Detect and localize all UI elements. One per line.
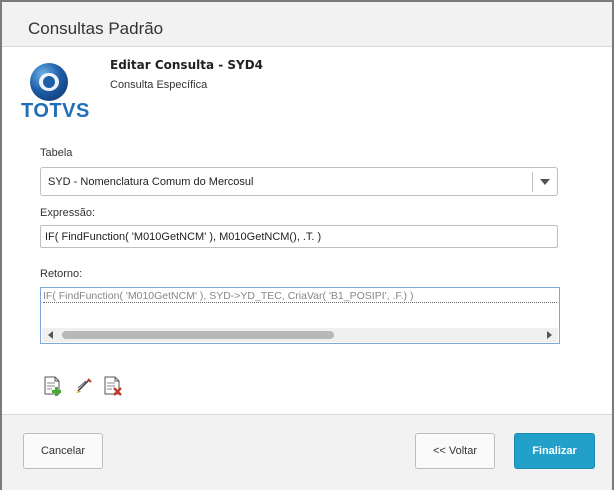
add-document-icon[interactable] — [42, 375, 64, 397]
scroll-left-icon[interactable] — [48, 331, 53, 339]
tabela-select[interactable]: SYD - Nomenclatura Comum do Mercosul — [40, 167, 558, 196]
retorno-label: Retorno: — [40, 268, 83, 280]
horizontal-scrollbar[interactable] — [42, 328, 558, 342]
delete-document-icon[interactable] — [102, 375, 124, 397]
dialog-window: Consultas Padrão TOTVS Editar Consulta -… — [0, 0, 614, 490]
dialog-footer: Cancelar << Voltar Finalizar — [2, 414, 612, 490]
totvs-logo: TOTVS — [21, 60, 89, 122]
scroll-right-icon[interactable] — [547, 331, 552, 339]
tabela-label: Tabela — [40, 147, 73, 159]
page-subtitle: Consulta Específica — [110, 79, 208, 91]
scrollbar-thumb[interactable] — [62, 331, 334, 339]
edit-brush-icon[interactable] — [73, 375, 95, 397]
text-underline — [43, 302, 557, 303]
finish-button[interactable]: Finalizar — [514, 433, 595, 469]
retorno-field[interactable]: IF( FindFunction( 'M010GetNCM' ), SYD->Y… — [40, 287, 560, 344]
tabela-select-value: SYD - Nomenclatura Comum do Mercosul — [48, 176, 254, 188]
logo-brand-text: TOTVS — [21, 100, 90, 122]
cancel-button[interactable]: Cancelar — [23, 433, 103, 469]
chevron-down-icon[interactable] — [540, 179, 550, 185]
expressao-field-value: IF( FindFunction( 'M010GetNCM' ), M010Ge… — [45, 231, 322, 243]
back-button[interactable]: << Voltar — [415, 433, 495, 469]
page-title: Editar Consulta - SYD4 — [110, 58, 264, 72]
window-title: Consultas Padrão — [28, 19, 164, 38]
select-divider — [532, 172, 533, 192]
retorno-field-value: IF( FindFunction( 'M010GetNCM' ), SYD->Y… — [43, 290, 414, 302]
expressao-label: Expressão: — [40, 207, 96, 219]
globe-icon — [30, 63, 68, 101]
expressao-field[interactable]: IF( FindFunction( 'M010GetNCM' ), M010Ge… — [40, 225, 558, 248]
page-header: Editar Consulta - SYD4 Consulta Específi… — [110, 58, 263, 91]
title-bar: Consultas Padrão — [2, 2, 612, 47]
